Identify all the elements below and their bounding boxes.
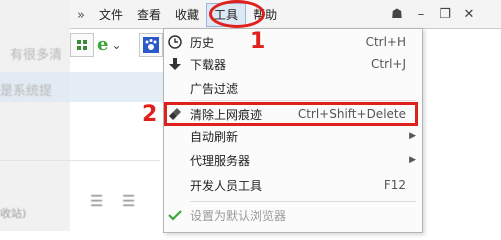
address-toolbar: e ⌄: [70, 30, 163, 60]
menu-item-label: 广告过滤: [190, 81, 239, 96]
close-button[interactable]: ✕: [457, 3, 481, 25]
menu-item-proxy-server[interactable]: 代理服务器 ▶: [164, 149, 422, 171]
menu-item-label: 下载器: [190, 57, 227, 72]
annotation-step-2: 2: [142, 102, 158, 127]
menu-separator: [190, 201, 416, 202]
menu-item-shortcut: F12: [383, 178, 406, 192]
menu-item-shortcut: Ctrl+J: [371, 57, 406, 71]
menu-item-label: 历史: [190, 35, 215, 50]
menu-item-set-default-browser[interactable]: 设置为默认浏览器: [164, 204, 422, 226]
download-arrow-icon: [164, 57, 186, 71]
check-icon: [164, 208, 186, 222]
menu-item-shortcut: Ctrl+H: [365, 35, 406, 49]
paw-search-icon[interactable]: [138, 33, 163, 57]
menu-separator: [190, 100, 416, 101]
submenu-arrow-icon: ▶: [409, 155, 416, 165]
annotation-step-1: 1: [250, 29, 266, 54]
minimize-button[interactable]: –: [409, 3, 433, 25]
menu-favorites[interactable]: 收藏: [168, 3, 206, 27]
page-background-left: [0, 0, 70, 231]
menu-item-label: 代理服务器: [190, 153, 251, 168]
menu-item-ad-filter[interactable]: 广告过滤: [164, 77, 422, 99]
clock-icon: [164, 35, 186, 49]
restore-button[interactable]: ❐: [433, 3, 457, 25]
list-icon-2: ☰: [122, 192, 136, 210]
window-controls: ☗ – ❐ ✕: [385, 3, 481, 25]
menu-item-label: 开发人员工具: [190, 178, 263, 193]
chevron-down-icon[interactable]: ⌄: [111, 38, 121, 52]
menu-item-label: 设置为默认浏览器: [190, 208, 287, 223]
menu-view[interactable]: 查看: [130, 3, 168, 27]
page-divider: [0, 160, 160, 161]
menu-item-downloader[interactable]: 下载器 Ctrl+J: [164, 53, 422, 75]
menu-file[interactable]: 文件: [92, 3, 130, 27]
submenu-arrow-icon: ▶: [409, 131, 416, 141]
annotation-box-clear-history: [164, 102, 418, 126]
skin-icon[interactable]: ☗: [385, 3, 409, 25]
menu-item-auto-refresh[interactable]: 自动刷新 ▶: [164, 125, 422, 147]
menu-item-history[interactable]: 历史 Ctrl+H: [164, 31, 422, 53]
page-footer-text: 收站): [0, 207, 27, 220]
tools-dropdown-menu: 历史 Ctrl+H 下载器 Ctrl+J 广告过滤 清除上网痕迹 Ctrl+Sh…: [163, 28, 423, 233]
menu-item-developer-tools[interactable]: 开发人员工具 F12: [164, 174, 422, 196]
page-text-line2: 是系统提: [0, 84, 53, 99]
menu-item-label: 自动刷新: [190, 129, 239, 144]
grid-icon[interactable]: [70, 33, 94, 57]
page-text-line1: 有很多清: [10, 48, 63, 63]
annotation-oval-tools: [209, 0, 265, 28]
list-icon: ☰: [90, 192, 104, 210]
ie-engine-icon[interactable]: e: [97, 36, 108, 54]
menubar-overflow-icon[interactable]: »: [70, 8, 92, 23]
